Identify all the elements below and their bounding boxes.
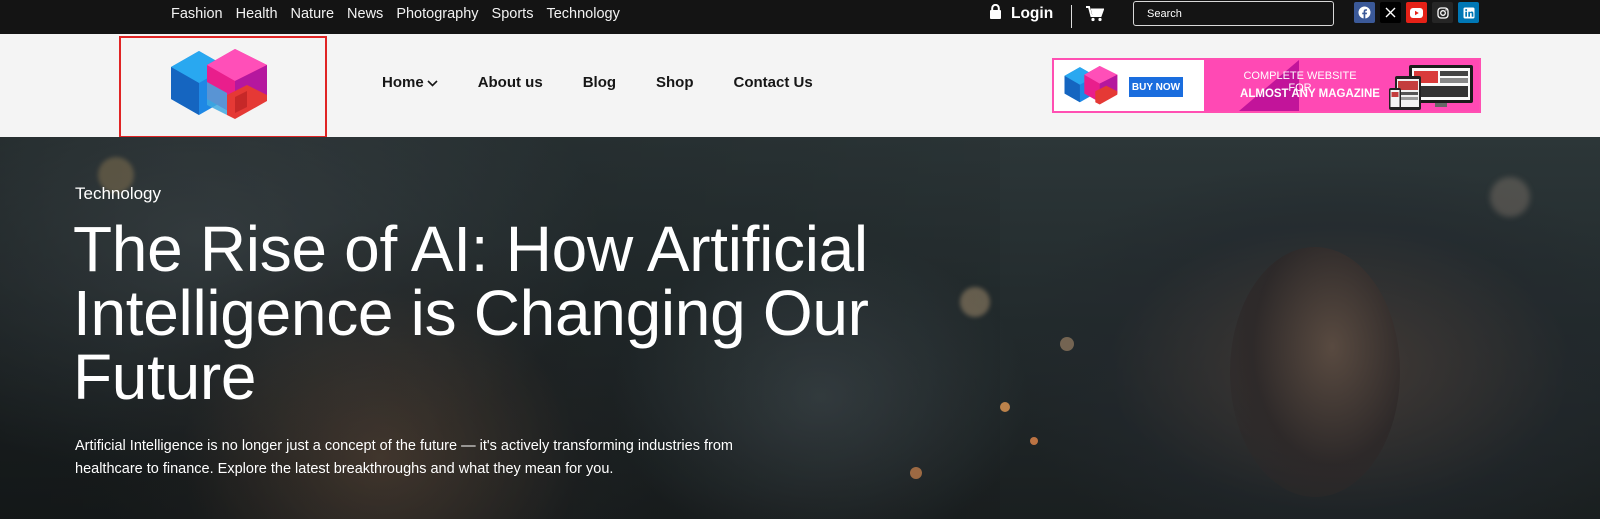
- nav-item-contact-us[interactable]: Contact Us: [734, 74, 813, 91]
- category-link-fashion[interactable]: Fashion: [171, 6, 223, 22]
- chevron-down-icon: [427, 74, 438, 91]
- ad-banner[interactable]: BUY NOW COMPLETE WEBSITE FOR ALMOST ANY …: [1052, 58, 1481, 113]
- login-label: Login: [1011, 5, 1054, 22]
- category-menu: Fashion Health Nature News Photography S…: [171, 0, 633, 27]
- robot-head-shape: [1230, 247, 1400, 497]
- logo-cube-icon: [171, 49, 267, 119]
- nav-item-shop[interactable]: Shop: [656, 74, 694, 91]
- linkedin-icon[interactable]: [1458, 2, 1479, 23]
- divider: [1071, 5, 1072, 28]
- bokeh-light: [1030, 437, 1038, 445]
- banner-line-2: ALMOST ANY MAGAZINE: [1240, 88, 1380, 100]
- cart-icon[interactable]: [1086, 6, 1105, 22]
- hero-section[interactable]: Technology The Rise of AI: How Artificia…: [0, 137, 1600, 519]
- top-bar: Fashion Health Nature News Photography S…: [0, 0, 1600, 34]
- post-excerpt: Artificial Intelligence is no longer jus…: [75, 438, 733, 477]
- category-link-news[interactable]: News: [347, 6, 383, 22]
- post-category[interactable]: Technology: [75, 184, 161, 204]
- nav-label: Home: [382, 74, 424, 91]
- youtube-icon[interactable]: [1406, 2, 1427, 23]
- social-links: [1354, 2, 1479, 23]
- x-icon[interactable]: [1380, 2, 1401, 23]
- instagram-icon[interactable]: [1432, 2, 1453, 23]
- nav-item-blog[interactable]: Blog: [583, 74, 616, 91]
- bokeh-light: [1060, 337, 1074, 351]
- category-link-nature[interactable]: Nature: [291, 6, 335, 22]
- category-link-sports[interactable]: Sports: [492, 6, 534, 22]
- category-link-technology[interactable]: Technology: [546, 6, 619, 22]
- login-link[interactable]: Login: [989, 3, 1053, 25]
- nav-item-about-us[interactable]: About us: [478, 74, 543, 91]
- devices-mockup-icon: [1389, 65, 1473, 110]
- main-nav: Home About us Blog Shop Contact Us: [382, 74, 853, 91]
- site-logo[interactable]: [119, 36, 327, 138]
- site-header: Home About us Blog Shop Contact Us BUY N…: [0, 34, 1600, 138]
- category-link-health[interactable]: Health: [236, 6, 278, 22]
- bokeh-light: [1490, 177, 1530, 217]
- facebook-icon[interactable]: [1354, 2, 1375, 23]
- search-input[interactable]: [1133, 1, 1334, 26]
- category-link-photography[interactable]: Photography: [396, 6, 478, 22]
- banner-logo-icon: [1064, 66, 1118, 105]
- bokeh-light: [1000, 402, 1010, 412]
- nav-item-home[interactable]: Home: [382, 74, 438, 91]
- post-title[interactable]: The Rise of AI: How Artificial Intellige…: [73, 217, 953, 409]
- lock-icon: [989, 3, 1002, 24]
- buy-now-button[interactable]: BUY NOW: [1129, 77, 1183, 97]
